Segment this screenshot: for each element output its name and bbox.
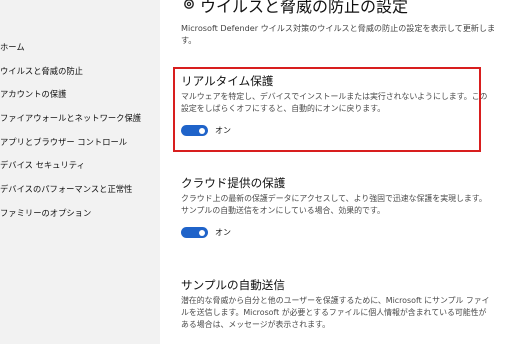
sidebar-item-home[interactable]: ホーム: [0, 41, 25, 53]
sidebar-item-virus-protection[interactable]: ウイルスと脅威の防止: [0, 65, 83, 77]
cloud-protection-description: クラウド上の最新の保護データにアクセスして、より強固で迅速な保護を実現します。サ…: [181, 194, 487, 215]
sidebar-item-account-protection[interactable]: アカウントの保護: [0, 88, 66, 100]
sidebar-item-firewall[interactable]: ファイアウォールとネットワーク保護: [0, 112, 141, 124]
sample-submission-title: サンプルの自動送信: [181, 278, 285, 292]
main-content: ウイルスと脅威の防止の設定 Microsoft Defender ウイルス対策の…: [160, 0, 516, 344]
sample-submission-description: 潜在的な脅威から自分と他のユーザーを保護するために、Microsoft にサンプ…: [181, 296, 490, 329]
sidebar-item-family-options[interactable]: ファミリーのオプション: [0, 207, 91, 219]
sidebar-item-device-performance[interactable]: デバイスのパフォーマンスと正常性: [0, 183, 132, 195]
sidebar-nav: ホーム ウイルスと脅威の防止 アカウントの保護 ファイアウォールとネットワーク保…: [0, 0, 160, 344]
sidebar-item-app-browser[interactable]: アプリとブラウザー コントロール: [0, 136, 127, 148]
cloud-protection-section: クラウド提供の保護 クラウド上の最新の保護データにアクセスして、より強固で迅速な…: [181, 175, 491, 238]
sample-submission-section: サンプルの自動送信 潜在的な脅威から自分と他のユーザーを保護するために、Micr…: [181, 277, 491, 331]
cloud-protection-toggle-label: オン: [215, 228, 231, 237]
highlight-box: [173, 67, 481, 152]
cloud-protection-title: クラウド提供の保護: [181, 176, 286, 190]
cloud-protection-toggle-row: オン: [181, 227, 491, 238]
sidebar-item-device-security[interactable]: デバイス セキュリティ: [0, 159, 85, 171]
cloud-protection-toggle[interactable]: [181, 227, 208, 238]
toggle-knob: [199, 229, 205, 236]
page-title-text: ウイルスと脅威の防止の設定: [200, 0, 409, 16]
settings-gear-icon: [182, 0, 196, 15]
page-description: Microsoft Defender ウイルス対策のウイルスと脅威の防止の設定を…: [181, 23, 496, 45]
page-title: ウイルスと脅威の防止の設定: [182, 0, 408, 17]
